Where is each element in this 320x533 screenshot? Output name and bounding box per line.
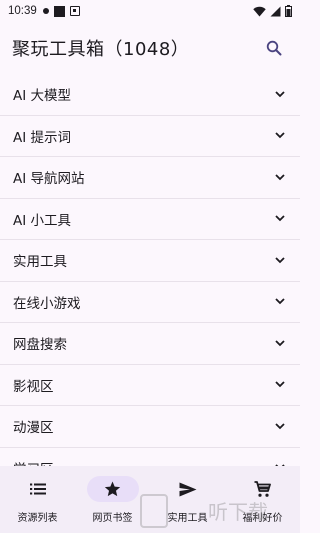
nav-icon-container [12, 476, 64, 502]
nav-icon-container [237, 476, 289, 502]
nav-icon-container [86, 476, 139, 502]
list-item-label: 学习区 [13, 458, 54, 466]
list-item-online-games[interactable]: 在线小游戏 [0, 282, 300, 323]
list-item-label: 动漫区 [13, 420, 54, 437]
battery-icon [285, 5, 292, 17]
status-time: 10:39 [8, 5, 37, 17]
list-item-label: 网盘搜索 [13, 337, 67, 354]
notification-icons [42, 5, 80, 17]
chevron-down-icon [274, 296, 286, 308]
list-item-label: 在线小游戏 [13, 295, 81, 312]
nav-label: 资源列表 [17, 513, 58, 524]
notification-dot-icon [42, 8, 49, 14]
list-item-label: AI 小工具 [13, 212, 72, 229]
list-item-ai-nav-sites[interactable]: AI 导航网站 [0, 157, 300, 199]
nav-web-bookmarks[interactable]: 网页书签 [75, 476, 150, 524]
chevron-down-icon [274, 213, 286, 225]
list-item-ai-tools[interactable]: AI 小工具 [0, 199, 300, 240]
list-item-label: 影视区 [13, 378, 54, 395]
chevron-down-icon [274, 337, 286, 349]
system-icons [253, 5, 292, 17]
chevron-down-icon [274, 88, 286, 100]
send-icon [179, 482, 196, 496]
list-item-ai-prompts[interactable]: AI 提示词 [0, 116, 300, 157]
list-item-label: AI 导航网站 [13, 171, 85, 188]
chevron-down-icon [274, 254, 286, 266]
list-item-learning[interactable]: 学习区 [0, 448, 300, 466]
page-title: 聚玩工具箱（1048） [12, 39, 190, 60]
chevron-down-icon [274, 420, 286, 432]
search-button[interactable] [260, 34, 288, 62]
star-icon [104, 481, 121, 497]
nav-label: 福利好价 [242, 513, 283, 524]
nav-label: 实用工具 [167, 513, 208, 524]
image-notification-icon [69, 6, 80, 16]
signal-icon [270, 6, 281, 16]
list-item-label: 实用工具 [13, 254, 67, 271]
list-item-utilities[interactable]: 实用工具 [0, 240, 300, 282]
app-bar: 聚玩工具箱（1048） [0, 22, 300, 74]
list-item-ai-models[interactable]: AI 大模型 [0, 74, 300, 116]
chevron-down-icon [274, 171, 286, 183]
list-item-cloud-search[interactable]: 网盘搜索 [0, 323, 300, 365]
wifi-icon [253, 6, 266, 16]
nav-deals[interactable]: 福利好价 [225, 476, 300, 524]
list-item-label: AI 提示词 [13, 129, 72, 146]
list-item-movies[interactable]: 影视区 [0, 365, 300, 406]
chevron-down-icon [274, 130, 286, 142]
status-bar: 10:39 [0, 0, 300, 22]
bottom-navigation: 资源列表 网页书签 实用工具 福利好价 [0, 466, 300, 533]
nav-utilities[interactable]: 实用工具 [150, 476, 225, 524]
cart-icon [254, 480, 271, 497]
category-list: AI 大模型 AI 提示词 AI 导航网站 AI 小工具 实用工具 在线小游戏 … [0, 74, 300, 466]
list-item-anime[interactable]: 动漫区 [0, 406, 300, 448]
list-icon [29, 483, 46, 495]
nav-label: 网页书签 [92, 513, 133, 524]
nav-icon-container [162, 476, 214, 502]
search-icon [266, 40, 282, 56]
chevron-down-icon [274, 379, 286, 391]
list-item-label: AI 大模型 [13, 88, 72, 105]
app-notification-icon [53, 5, 65, 17]
nav-resource-list[interactable]: 资源列表 [0, 476, 75, 524]
